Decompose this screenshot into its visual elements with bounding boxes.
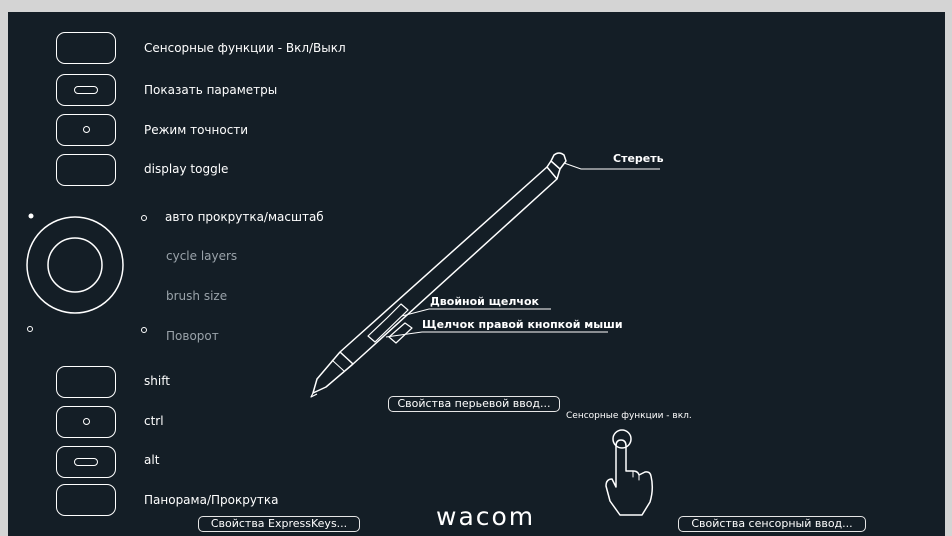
eraser-label: Стереть [613,152,664,165]
touch-ring[interactable] [26,216,124,314]
touch-ring-indicator-active [28,213,34,219]
touch-ring-indicator-bottom-left [27,326,33,332]
pen-upper-button-label: Двойной щелчок [430,295,539,308]
expresskey-1-label: Сенсорные функции - Вкл/Выкл [144,41,346,55]
expresskey-5[interactable] [56,366,116,398]
tablet-layout-panel: Сенсорные функции - Вкл/Выкл Показать па… [8,12,945,536]
touch-status-caption: Сенсорные функции - вкл. [566,411,692,421]
expresskey-3-label: Режим точности [144,123,249,137]
dot-marker-icon [83,126,90,133]
dialog-frame: Сенсорные функции - Вкл/Выкл Показать па… [0,0,952,536]
pen-side-switch-upper [388,322,413,344]
expresskeys-properties-button[interactable]: Свойства ExpressKeys... [198,516,360,532]
touch-ring-mode-2-label: cycle layers [166,249,238,263]
touch-ring-mode-4-label: Поворот [166,329,219,343]
touch-ring-indicator-top-right [141,215,147,221]
pen-lower-button-label: Щелчок правой кнопкой мыши [422,318,623,331]
expresskey-3[interactable] [56,114,116,146]
pill-marker-icon [74,458,98,466]
pill-marker-icon [74,86,98,94]
touch-ring-mode-3-label: brush size [166,289,228,303]
touch-ring-indicator-bottom-right [141,327,147,333]
expresskey-2-label: Показать параметры [144,83,278,97]
expresskey-5-label: shift [144,374,170,388]
expresskey-7-label: alt [144,453,160,467]
expresskey-7[interactable] [56,446,116,478]
expresskey-4-label: display toggle [144,162,229,176]
expresskey-1[interactable] [56,32,116,64]
pen-illustration [310,152,567,398]
expresskey-6-label: ctrl [144,414,164,428]
dot-marker-icon [83,418,90,425]
touch-ring-mode-1-label: авто прокрутка/масштаб [165,210,324,224]
expresskey-8[interactable] [56,484,116,516]
expresskey-2[interactable] [56,74,116,106]
touch-properties-button[interactable]: Свойства сенсорный ввод... [678,516,866,532]
pen-eraser [550,152,567,170]
expresskey-4[interactable] [56,154,116,186]
wacom-logo: wacom [436,502,536,531]
pen-properties-button[interactable]: Свойства перьевой ввод... [388,396,560,412]
expresskey-8-label: Панорама/Прокрутка [144,493,279,507]
expresskey-6[interactable] [56,406,116,438]
hand-touch-icon [605,429,654,516]
